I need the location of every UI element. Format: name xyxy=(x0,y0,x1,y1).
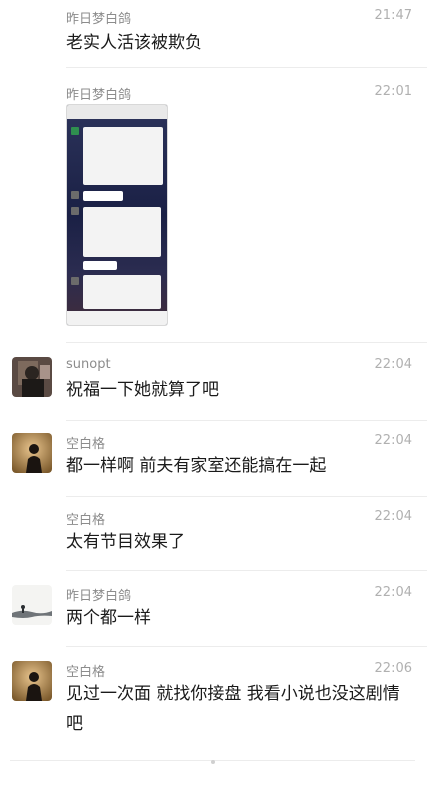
message-time: 22:04 xyxy=(374,585,412,600)
screenshot-bubble xyxy=(83,275,161,309)
avatar[interactable] xyxy=(12,357,52,397)
avatar[interactable] xyxy=(12,585,52,625)
message-time: 22:04 xyxy=(374,357,412,372)
message-text: 都一样啊 前夫有家室还能搞在一起 xyxy=(66,456,327,476)
sender-name: 昨日梦白鸽 xyxy=(66,589,132,604)
avatar[interactable] xyxy=(12,661,52,701)
screenshot-status-bar xyxy=(67,105,167,119)
message-text: 太有节目效果了 xyxy=(66,532,185,552)
message-text: 老实人活该被欺负 xyxy=(66,33,202,53)
avatar[interactable] xyxy=(12,433,52,473)
message-text: 见过一次面 就找你接盘 我看小说也没这剧情吧 xyxy=(66,684,400,734)
message-item: 空白格 22:04 太有节目效果了 xyxy=(0,497,427,571)
sender-name: 空白格 xyxy=(66,437,106,452)
message-item: 空白格 22:06 见过一次面 就找你接盘 我看小说也没这剧情吧 xyxy=(0,647,427,761)
screenshot-bubble xyxy=(83,191,123,201)
avatar xyxy=(71,277,79,285)
avatar xyxy=(71,127,79,135)
message-item: 空白格 22:04 都一样啊 前夫有家室还能搞在一起 xyxy=(0,421,427,497)
end-of-list-dot xyxy=(211,760,215,764)
message-item: 昨日梦白鸽 22:04 两个都一样 xyxy=(0,571,427,647)
message-time: 22:01 xyxy=(374,84,412,99)
sender-name: 昨日梦白鸽 xyxy=(66,88,132,103)
avatar xyxy=(71,191,79,199)
sender-name: 昨日梦白鸽 xyxy=(66,12,132,27)
message-time: 22:06 xyxy=(374,661,412,676)
sender-name: sunopt xyxy=(66,357,111,372)
message-time: 22:04 xyxy=(374,433,412,448)
message-item: 昨日梦白鸽 22:01 xyxy=(0,68,427,343)
sender-name: 空白格 xyxy=(66,513,106,528)
message-item: sunopt 22:04 祝福一下她就算了吧 xyxy=(0,343,427,421)
avatar xyxy=(71,207,79,215)
screenshot-bubble xyxy=(83,261,117,270)
screenshot-bubble xyxy=(83,207,161,257)
screenshot-input-bar xyxy=(67,311,167,325)
message-time: 22:04 xyxy=(374,509,412,524)
message-item: 昨日梦白鸽 21:47 老实人活该被欺负 xyxy=(0,0,427,68)
message-text: 祝福一下她就算了吧 xyxy=(66,380,219,400)
message-time: 21:47 xyxy=(374,8,412,23)
sender-name: 空白格 xyxy=(66,665,106,680)
screenshot-bubble xyxy=(83,127,163,185)
chat-screenshot-image[interactable] xyxy=(66,104,168,326)
message-text: 两个都一样 xyxy=(66,608,151,628)
